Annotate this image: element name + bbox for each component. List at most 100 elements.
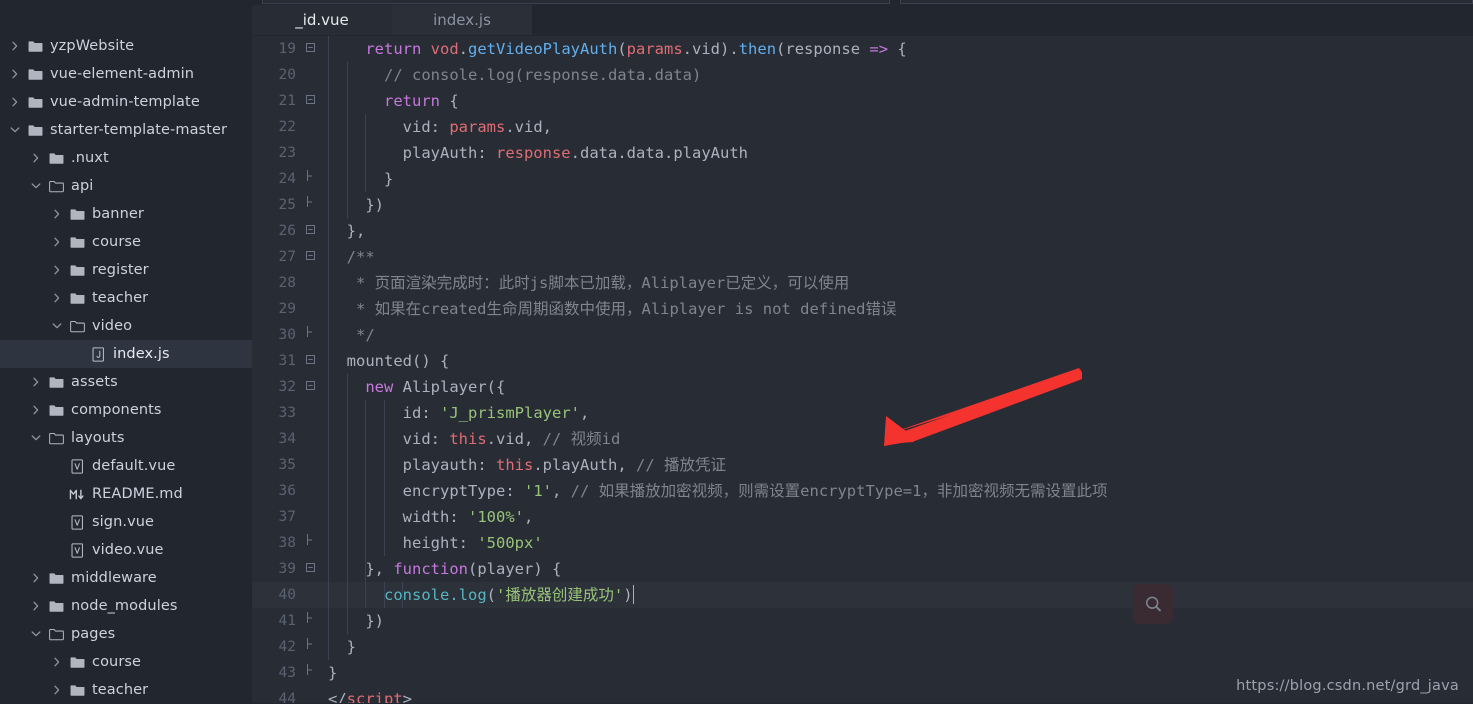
- tree-item-course[interactable]: course: [0, 648, 252, 676]
- chevron-down-icon[interactable]: [27, 181, 45, 191]
- chevron-right-icon[interactable]: [6, 69, 24, 79]
- chevron-right-icon[interactable]: [48, 685, 66, 695]
- chevron-right-icon[interactable]: [48, 209, 66, 219]
- tab--id-vue[interactable]: _id.vue: [252, 5, 392, 35]
- markdown-file-icon: [66, 487, 88, 502]
- chevron-right-icon[interactable]: [27, 153, 45, 163]
- code-line-42[interactable]: 42 }: [252, 634, 1473, 660]
- fold-collapse-icon[interactable]: [302, 348, 318, 374]
- tree-item-teacher[interactable]: teacher: [0, 284, 252, 312]
- code-line-23[interactable]: 23 playAuth: response.data.data.playAuth: [252, 140, 1473, 166]
- code-text: console.log('播放器创建成功'): [384, 585, 634, 604]
- chevron-down-icon[interactable]: [48, 321, 66, 331]
- tree-item-assets[interactable]: assets: [0, 368, 252, 396]
- tree-item-yzpwebsite[interactable]: yzpWebsite: [0, 32, 252, 60]
- line-number: 21: [278, 93, 296, 109]
- code-lines[interactable]: 19 return vod.getVideoPlayAuth(params.vi…: [252, 36, 1473, 704]
- folder-icon: [45, 404, 67, 417]
- chevron-right-icon[interactable]: [27, 377, 45, 387]
- folder-icon: [66, 208, 88, 221]
- code-line-27[interactable]: 27 /**: [252, 244, 1473, 270]
- fold-range-icon[interactable]: [302, 166, 318, 192]
- code-text: return vod.getVideoPlayAuth(params.vid).…: [365, 40, 907, 58]
- chevron-down-icon[interactable]: [6, 125, 24, 135]
- line-number: 36: [278, 483, 296, 499]
- tree-item-label: course: [92, 654, 142, 670]
- tree-item-video[interactable]: video: [0, 312, 252, 340]
- tree-item-default-vue[interactable]: default.vue: [0, 452, 252, 480]
- chevron-right-icon[interactable]: [6, 97, 24, 107]
- tree-item-vue-admin-template[interactable]: vue-admin-template: [0, 88, 252, 116]
- chevron-right-icon[interactable]: [48, 293, 66, 303]
- fold-collapse-icon[interactable]: [302, 218, 318, 244]
- editor-tabbar[interactable]: _id.vue index.js: [252, 5, 1473, 36]
- chevron-right-icon[interactable]: [6, 41, 24, 51]
- tree-item-middleware[interactable]: middleware: [0, 564, 252, 592]
- tree-item-teacher[interactable]: teacher: [0, 676, 252, 704]
- code-line-30[interactable]: 30 */: [252, 322, 1473, 348]
- tree-item-video-vue[interactable]: video.vue: [0, 536, 252, 564]
- fold-range-icon[interactable]: [302, 660, 318, 686]
- tree-item-readme-md[interactable]: README.md: [0, 480, 252, 508]
- code-line-33[interactable]: 33 id: 'J_prismPlayer',: [252, 400, 1473, 426]
- tree-item-starter-template-master[interactable]: starter-template-master: [0, 116, 252, 144]
- tree-item-register[interactable]: register: [0, 256, 252, 284]
- chevron-right-icon[interactable]: [27, 573, 45, 583]
- code-line-31[interactable]: 31 mounted() {: [252, 348, 1473, 374]
- code-line-20[interactable]: 20 // console.log(response.data.data): [252, 62, 1473, 88]
- code-line-24[interactable]: 24 }: [252, 166, 1473, 192]
- chevron-right-icon[interactable]: [27, 601, 45, 611]
- fold-collapse-icon[interactable]: [302, 556, 318, 582]
- code-line-21[interactable]: 21 return {: [252, 88, 1473, 114]
- code-line-22[interactable]: 22 vid: params.vid,: [252, 114, 1473, 140]
- fold-collapse-icon[interactable]: [302, 374, 318, 400]
- code-line-38[interactable]: 38 height: '500px': [252, 530, 1473, 556]
- tree-item-components[interactable]: components: [0, 396, 252, 424]
- tree-item-banner[interactable]: banner: [0, 200, 252, 228]
- tree-item-index-js[interactable]: index.js: [0, 340, 252, 368]
- tab-index-js[interactable]: index.js: [392, 5, 532, 35]
- tree-item--nuxt[interactable]: .nuxt: [0, 144, 252, 172]
- editor-pane: _id.vue index.js 19 return vod.getVideoPl…: [252, 5, 1473, 704]
- code-line-35[interactable]: 35 playauth: this.playAuth, // 播放凭证: [252, 452, 1473, 478]
- tree-item-sign-vue[interactable]: sign.vue: [0, 508, 252, 536]
- chevron-right-icon[interactable]: [48, 657, 66, 667]
- tree-item-pages[interactable]: pages: [0, 620, 252, 648]
- fold-range-icon[interactable]: [302, 608, 318, 634]
- code-line-36[interactable]: 36 encryptType: '1', // 如果播放加密视频，则需设置enc…: [252, 478, 1473, 504]
- code-line-29[interactable]: 29 * 如果在created生命周期函数中使用，Aliplayer is no…: [252, 296, 1473, 322]
- search-icon-button[interactable]: [1133, 584, 1173, 624]
- chevron-down-icon[interactable]: [27, 433, 45, 443]
- tree-item-api[interactable]: api: [0, 172, 252, 200]
- code-text: // console.log(response.data.data): [328, 66, 702, 84]
- tree-item-label: sign.vue: [92, 514, 155, 530]
- code-area[interactable]: 19 return vod.getVideoPlayAuth(params.vi…: [252, 36, 1473, 704]
- code-text: vid: params.vid,: [328, 118, 553, 136]
- code-line-40[interactable]: 40 console.log('播放器创建成功'): [252, 582, 1473, 608]
- fold-collapse-icon[interactable]: [302, 36, 318, 62]
- tree-item-layouts[interactable]: layouts: [0, 424, 252, 452]
- tree-item-course[interactable]: course: [0, 228, 252, 256]
- code-line-32[interactable]: 32 new Aliplayer({: [252, 374, 1473, 400]
- code-line-28[interactable]: 28 * 页面渲染完成时：此时js脚本已加载，Aliplayer已定义，可以使用: [252, 270, 1473, 296]
- fold-range-icon[interactable]: [302, 192, 318, 218]
- chevron-right-icon[interactable]: [27, 405, 45, 415]
- fold-range-icon[interactable]: [302, 530, 318, 556]
- code-line-39[interactable]: 39 }, function(player) {: [252, 556, 1473, 582]
- chevron-right-icon[interactable]: [48, 265, 66, 275]
- code-line-25[interactable]: 25 }): [252, 192, 1473, 218]
- code-line-37[interactable]: 37 width: '100%',: [252, 504, 1473, 530]
- chevron-down-icon[interactable]: [27, 629, 45, 639]
- fold-range-icon[interactable]: [302, 634, 318, 660]
- fold-collapse-icon[interactable]: [302, 244, 318, 270]
- tree-item-vue-element-admin[interactable]: vue-element-admin: [0, 60, 252, 88]
- code-line-41[interactable]: 41 }): [252, 608, 1473, 634]
- code-line-26[interactable]: 26 },: [252, 218, 1473, 244]
- project-explorer[interactable]: yzpWebsite vue-element-admin vue-admin-tem…: [0, 5, 252, 704]
- fold-collapse-icon[interactable]: [302, 88, 318, 114]
- fold-range-icon[interactable]: [302, 322, 318, 348]
- code-line-34[interactable]: 34 vid: this.vid, // 视频id: [252, 426, 1473, 452]
- tree-item-node-modules[interactable]: node_modules: [0, 592, 252, 620]
- chevron-right-icon[interactable]: [48, 237, 66, 247]
- code-line-19[interactable]: 19 return vod.getVideoPlayAuth(params.vi…: [252, 36, 1473, 62]
